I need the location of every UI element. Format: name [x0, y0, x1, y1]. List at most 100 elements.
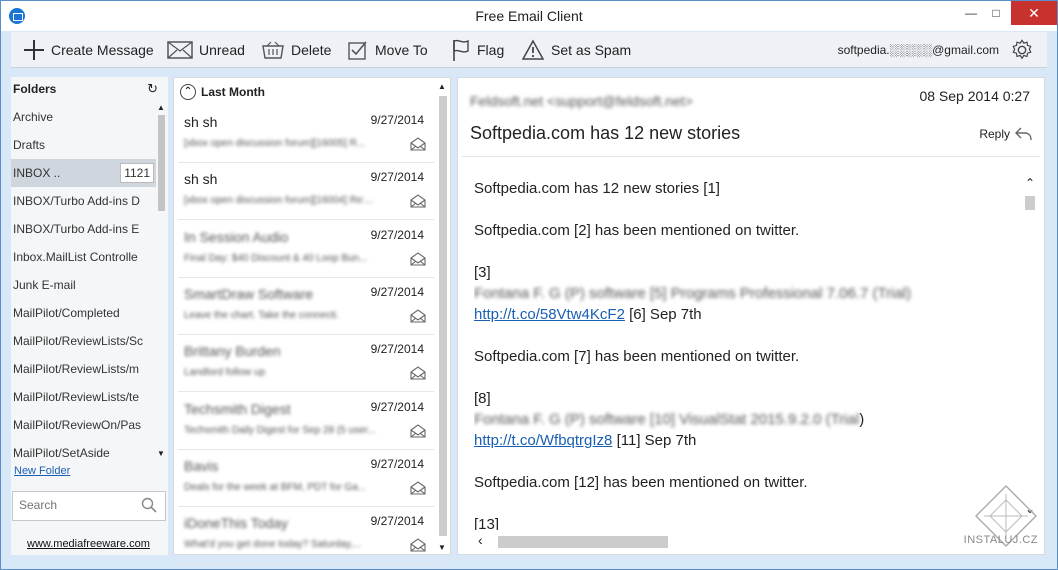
- body-horizontal-scrollbar[interactable]: ‹: [476, 530, 1006, 552]
- set-as-spam-button[interactable]: Set as Spam: [521, 32, 631, 68]
- scroll-up-icon[interactable]: ▲: [438, 82, 446, 91]
- folder-item-inbox[interactable]: INBOX .. 1121: [11, 159, 156, 187]
- warning-icon: [521, 39, 545, 60]
- set-as-spam-label: Set as Spam: [551, 42, 632, 58]
- folder-item[interactable]: MailPilot/ReviewLists/m: [11, 355, 156, 383]
- message-row[interactable]: In Session Audio 9/27/2014 Final Day: $40 …: [178, 222, 434, 278]
- flag-icon: [453, 39, 469, 61]
- message-date: 9/27/2014: [370, 170, 424, 185]
- message-preview: [xbox open discussion forum][16004] Re:.…: [184, 195, 374, 207]
- body-vertical-scrollbar[interactable]: ⌃ ⌄: [1024, 176, 1036, 516]
- message-sender: In Session Audio: [184, 228, 289, 245]
- reply-label: Reply: [979, 127, 1010, 141]
- message-row[interactable]: Brittany Burden 9/27/2014 Landlord follow …: [178, 336, 434, 393]
- folder-item[interactable]: MailPilot/ReviewOn/Pas: [11, 411, 156, 439]
- message-sender: sh sh: [184, 171, 218, 188]
- move-to-button[interactable]: Move To: [347, 32, 428, 68]
- message-sender: sh sh: [184, 114, 218, 130]
- plus-icon: [24, 40, 44, 60]
- message-sender: Brittany Burden: [184, 343, 281, 360]
- scroll-down-icon[interactable]: ▼: [438, 543, 446, 552]
- website-link[interactable]: www.mediafreeware.com: [27, 538, 150, 550]
- scroll-left-icon[interactable]: ‹: [478, 532, 483, 548]
- message-list: ⌃ Last Month sh sh 9/27/2014 [xbox open di…: [173, 77, 451, 565]
- search-input[interactable]: [19, 498, 139, 512]
- folder-item[interactable]: Inbox.MailList Controlle: [11, 243, 156, 271]
- body-line: Fontana F. G (P) software [10] VisualSta…: [474, 411, 865, 428]
- body-link[interactable]: http://t.co/58Vtw4KcF2: [474, 306, 625, 323]
- refresh-icon[interactable]: ↻: [147, 81, 158, 97]
- close-button[interactable]: ✕: [1011, 1, 1057, 25]
- body-hscroll-thumb[interactable]: [498, 536, 668, 548]
- message-sender: Techsmith Digest: [184, 400, 291, 417]
- maximize-button[interactable]: □: [981, 1, 1011, 25]
- message-date: 9/27/2014: [370, 342, 424, 357]
- reply-button[interactable]: Reply: [979, 126, 1032, 142]
- collapse-icon[interactable]: ⌃: [180, 84, 196, 100]
- envelope-open-icon[interactable]: [410, 538, 426, 552]
- toolbar: Create Message Unread Delete Move To Fla…: [11, 32, 1047, 68]
- envelope-open-icon[interactable]: [410, 309, 426, 323]
- folder-item[interactable]: MailPilot/SetAside: [11, 439, 156, 467]
- message-row[interactable]: iDoneThis Today 9/27/2014 What'd you get d…: [178, 508, 434, 565]
- gear-icon[interactable]: [1011, 39, 1033, 61]
- scroll-down-icon[interactable]: ▼: [157, 449, 165, 458]
- message-row[interactable]: Techsmith Digest 9/27/2014 Techsmith Daily…: [178, 394, 434, 450]
- flag-button[interactable]: Flag: [451, 32, 504, 68]
- unread-label: Unread: [199, 42, 245, 58]
- folder-item[interactable]: MailPilot/Completed: [11, 299, 156, 327]
- folder-item-junk[interactable]: Junk E-mail: [11, 271, 156, 299]
- scroll-up-icon[interactable]: ▲: [157, 103, 165, 112]
- envelope-open-icon[interactable]: [410, 481, 426, 495]
- search-icon[interactable]: [141, 497, 157, 513]
- envelope-open-icon[interactable]: [410, 366, 426, 380]
- envelope-open-icon[interactable]: [410, 137, 426, 151]
- message-preview: Final Day: $40 Discount & 40 Loop Bun...: [184, 252, 368, 264]
- reply-arrow-icon: [1015, 127, 1032, 141]
- reading-pane: Feldsoft.net <support@feldsoft.net> 08 S…: [457, 77, 1045, 555]
- message-sender: SmartDraw Software: [184, 285, 314, 302]
- folder-item-drafts[interactable]: Drafts: [11, 131, 156, 159]
- message-date: 9/27/2014: [370, 399, 424, 414]
- move-to-label: Move To: [375, 42, 428, 58]
- body-link[interactable]: http://t.co/WfbqtrgIz8: [474, 432, 612, 449]
- folder-scroll-thumb[interactable]: [158, 115, 165, 211]
- message-date: 9/27/2014: [370, 284, 424, 299]
- message-scroll-thumb[interactable]: [439, 96, 447, 536]
- message-scrollbar[interactable]: ▲ ▼: [438, 82, 448, 552]
- create-message-label: Create Message: [51, 42, 154, 58]
- folder-item-archive[interactable]: Archive: [11, 103, 156, 131]
- message-subject: Softpedia.com has 12 new stories: [470, 123, 741, 143]
- create-message-button[interactable]: Create Message: [23, 32, 154, 68]
- flag-label: Flag: [477, 42, 505, 58]
- message-date: 9/27/2014: [370, 514, 424, 529]
- message-row[interactable]: Bavis 9/27/2014 Deals for the week at BFM,…: [178, 451, 434, 507]
- envelope-open-icon[interactable]: [410, 194, 426, 208]
- folder-scrollbar[interactable]: ▲ ▼: [157, 103, 166, 458]
- envelope-open-icon[interactable]: [410, 251, 426, 266]
- unread-button[interactable]: Unread: [167, 32, 245, 68]
- message-row[interactable]: SmartDraw Software 9/27/2014 Leave the cha…: [178, 279, 434, 335]
- envelope-open-icon[interactable]: [410, 423, 426, 438]
- message-preview: [xbox open discussion forum][16005] R...: [184, 138, 366, 149]
- group-header[interactable]: ⌃ Last Month: [180, 84, 265, 100]
- message-preview: What'd you get done today? Saturday,...: [184, 539, 362, 551]
- message-date: 9/27/2014: [370, 227, 424, 242]
- folder-item[interactable]: INBOX/Turbo Add-ins E: [11, 215, 156, 243]
- message-body: Softpedia.com has 12 new stories [1] Sof…: [474, 178, 1014, 530]
- account-email: softpedia.░░░░░@gmail.com: [837, 43, 999, 57]
- scroll-up-icon[interactable]: ⌃: [1025, 176, 1035, 190]
- message-date: 08 Sep 2014 0:27: [919, 88, 1030, 104]
- group-label: Last Month: [201, 85, 265, 99]
- delete-button[interactable]: Delete: [261, 32, 331, 68]
- body-line: Softpedia.com has 12 new stories [1]: [474, 180, 720, 197]
- new-folder-link[interactable]: New Folder: [14, 465, 70, 477]
- message-preview: Leave the chart. Take the connecti.: [184, 309, 339, 321]
- message-row[interactable]: sh sh 9/27/2014 [xbox open discussion foru…: [178, 164, 434, 221]
- body-vscroll-thumb[interactable]: [1025, 196, 1035, 210]
- folder-item[interactable]: MailPilot/ReviewLists/te: [11, 383, 156, 411]
- folder-item[interactable]: MailPilot/ReviewLists/Sc: [11, 327, 156, 355]
- folder-item[interactable]: INBOX/Turbo Add-ins D: [11, 187, 156, 215]
- message-row[interactable]: sh sh 9/27/2014 [xbox open discussion foru…: [178, 107, 434, 163]
- folder-list: Archive Drafts INBOX .. 1121 INBOX/Turbo …: [11, 103, 156, 467]
